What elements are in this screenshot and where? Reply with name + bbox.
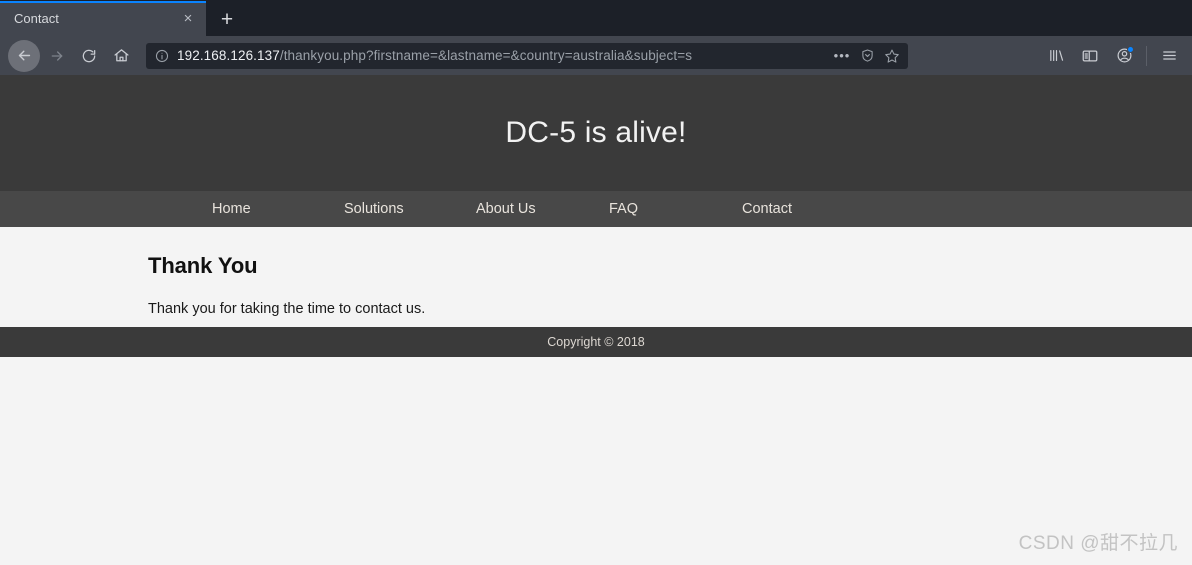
nav-item-about-us[interactable]: About Us	[476, 201, 609, 217]
url-path: /thankyou.php?firstname=&lastname=&count…	[279, 48, 693, 63]
home-button[interactable]	[106, 41, 136, 71]
page-empty-area	[0, 357, 1192, 565]
new-tab-button[interactable]: +	[210, 2, 244, 36]
library-icon[interactable]	[1041, 41, 1071, 71]
site-navigation: Home Solutions About Us FAQ Contact	[0, 191, 1192, 227]
main-content: Thank You Thank you for taking the time …	[0, 227, 1192, 327]
browser-window: Contact × + 192.168.126.137/thankyou.php…	[0, 0, 1192, 565]
page-title: DC-5 is alive!	[505, 116, 687, 149]
star-icon[interactable]	[884, 48, 900, 64]
url-host: 192.168.126.137	[177, 48, 280, 63]
nav-link-label[interactable]: Contact	[742, 201, 792, 217]
nav-link-label[interactable]: About Us	[476, 201, 609, 217]
account-icon[interactable]	[1109, 41, 1139, 71]
tab-strip: Contact × +	[0, 0, 1192, 36]
nav-link-label[interactable]: Home	[212, 201, 344, 217]
content-body-text: Thank you for taking the time to contact…	[148, 301, 426, 317]
site-info-icon[interactable]	[154, 48, 170, 64]
toolbar-right-group	[1041, 41, 1184, 71]
back-button[interactable]	[8, 39, 40, 72]
site-header: DC-5 is alive!	[0, 75, 1192, 191]
app-menu-icon[interactable]	[1154, 41, 1184, 71]
copyright-text: Copyright © 2018	[547, 335, 645, 349]
content-heading: Thank You	[148, 253, 258, 278]
nav-item-contact[interactable]: Contact	[742, 201, 792, 217]
toolbar-divider	[1146, 45, 1147, 66]
address-bar[interactable]: 192.168.126.137/thankyou.php?firstname=&…	[146, 42, 908, 69]
page-viewport: DC-5 is alive! Home Solutions About Us F…	[0, 75, 1192, 565]
nav-item-faq[interactable]: FAQ	[609, 201, 742, 217]
shield-icon[interactable]	[859, 48, 875, 64]
browser-toolbar: 192.168.126.137/thankyou.php?firstname=&…	[0, 36, 1192, 75]
nav-link-label[interactable]: Solutions	[344, 201, 476, 217]
browser-tab-contact[interactable]: Contact ×	[0, 1, 206, 36]
page-actions-icon[interactable]: •••	[834, 48, 850, 64]
sidebar-icon[interactable]	[1075, 41, 1105, 71]
forward-button[interactable]	[42, 41, 72, 71]
reload-button[interactable]	[74, 41, 104, 71]
tab-title: Contact	[14, 11, 59, 26]
address-bar-actions: •••	[834, 48, 902, 64]
account-badge	[1127, 45, 1134, 53]
site-footer: Copyright © 2018	[0, 327, 1192, 357]
tab-active-indicator	[0, 1, 206, 3]
nav-item-solutions[interactable]: Solutions	[344, 201, 476, 217]
nav-item-home[interactable]: Home	[212, 201, 344, 217]
close-icon[interactable]: ×	[178, 9, 198, 29]
url-text[interactable]: 192.168.126.137/thankyou.php?firstname=&…	[177, 48, 827, 63]
nav-link-label[interactable]: FAQ	[609, 201, 742, 217]
watermark: CSDN @甜不拉几	[1018, 533, 1178, 554]
